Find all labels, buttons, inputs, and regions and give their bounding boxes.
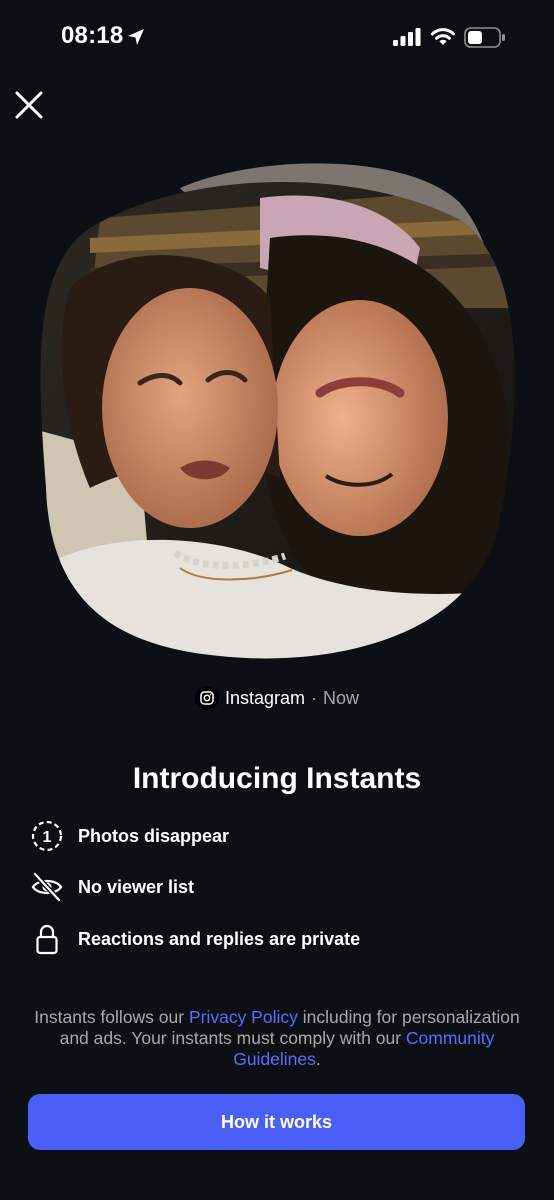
instant-photo <box>40 163 515 659</box>
feature-label: No viewer list <box>78 876 195 897</box>
close-icon <box>15 91 43 119</box>
cellular-signal-icon <box>393 28 421 46</box>
instagram-logo-icon <box>194 686 219 710</box>
post-source: Instagram · Now <box>0 686 554 710</box>
feature-private-replies: Reactions and replies are private <box>30 921 360 957</box>
eye-off-icon <box>30 870 64 904</box>
privacy-policy-link[interactable]: Privacy Policy <box>189 1007 298 1027</box>
status-time: 08:18 <box>61 22 124 49</box>
status-bar: 08:18 <box>0 0 554 76</box>
svg-text:1: 1 <box>43 829 52 846</box>
wifi-icon <box>430 28 456 45</box>
legal-text: . <box>315 1049 321 1069</box>
feature-label: Photos disappear <box>78 825 230 846</box>
source-app-name: Instagram <box>224 687 306 708</box>
close-button[interactable] <box>10 86 48 124</box>
how-it-works-button[interactable]: How it works <box>28 1094 525 1150</box>
timer-one-icon: 1 <box>30 819 64 853</box>
feature-photos-disappear: 1 Photos disappear <box>30 818 229 854</box>
source-time: Now <box>323 687 360 708</box>
legal-text: Instants follows our <box>34 1007 189 1027</box>
page-title: Introducing Instants <box>132 762 422 795</box>
lock-icon <box>30 922 64 956</box>
feature-no-viewer-list: No viewer list <box>30 869 194 905</box>
battery-icon <box>464 27 505 48</box>
source-separator: · <box>311 687 318 708</box>
location-arrow-icon <box>128 29 144 45</box>
legal-notice: Instants follows our Privacy Policy incl… <box>30 1007 524 1070</box>
feature-label: Reactions and replies are private <box>78 928 361 949</box>
